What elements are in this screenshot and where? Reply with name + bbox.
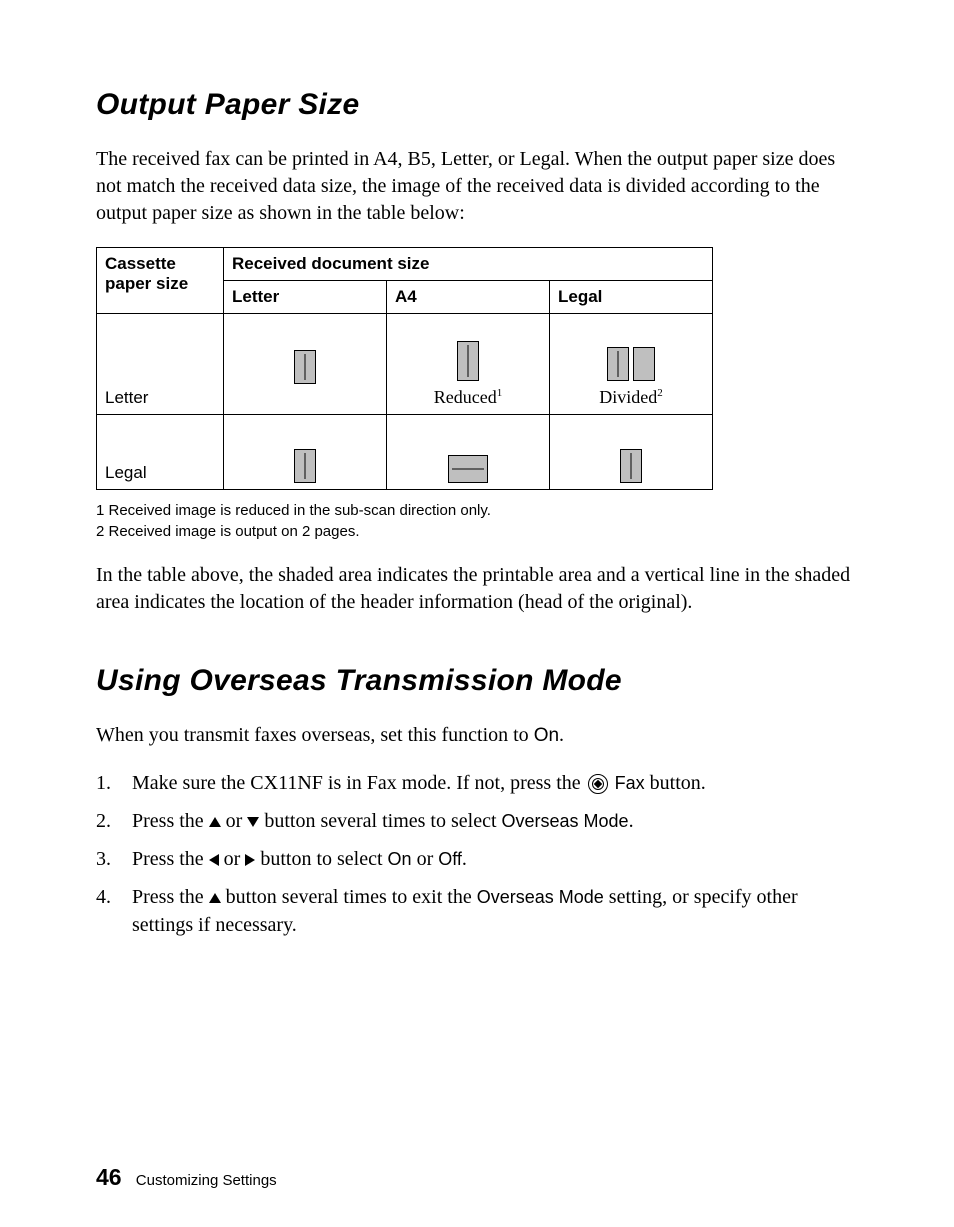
on-word: On [534,725,559,746]
steps-list: Make sure the CX11NF is in Fax mode. If … [96,769,858,939]
up-triangle-icon [209,893,221,903]
list-item: Make sure the CX11NF is in Fax mode. If … [96,769,858,797]
up-triangle-icon [209,817,221,827]
fax-icon [588,774,608,794]
corner-line1: Cassette [105,254,176,273]
document-page: Output Paper Size The received fax can b… [0,0,954,1227]
caption-reduced: Reduced [434,387,497,407]
caption-divided: Divided [599,387,657,407]
page-icon [457,341,479,381]
col-header-legal: Legal [550,281,713,314]
page-footer: 46 Customizing Settings [96,1164,277,1191]
left-triangle-icon [209,854,219,866]
page-icon [294,350,316,384]
caption-reduced-sup: 1 [497,387,503,399]
text-frag: . [559,724,564,746]
paragraph-overseas-intro: When you transmit faxes overseas, set th… [96,722,858,749]
text-frag: button to select [255,848,387,870]
text-frag: Make sure the CX11NF is in Fax mode. If … [132,772,586,794]
col-header-letter: Letter [224,281,387,314]
cell-letter-letter [224,314,387,415]
ui-word: Overseas Mode [502,811,629,831]
cell-legal-a4 [387,415,550,490]
text-frag: button several times to select [259,810,501,832]
text-frag: button several times to exit the [221,886,477,908]
page-icon [633,347,655,381]
ui-word: Fax [615,773,645,793]
table-corner-header: Cassette paper size [97,248,224,314]
col-header-a4: A4 [387,281,550,314]
down-triangle-icon [247,817,259,827]
ui-word: Overseas Mode [477,887,604,907]
text-frag: Press the [132,810,209,832]
table-row: Legal [97,415,713,490]
right-triangle-icon [245,854,255,866]
text-frag: or [412,848,439,870]
text-frag: or [221,810,248,832]
cell-letter-a4: Reduced1 [387,314,550,415]
caption-divided-sup: 2 [657,387,663,399]
cell-letter-legal: Divided2 [550,314,713,415]
paper-size-table: Cassette paper size Received document si… [96,247,713,490]
page-number: 46 [96,1164,122,1190]
heading-output-paper-size: Output Paper Size [96,88,858,122]
text-frag: . [629,810,634,832]
heading-overseas-mode: Using Overseas Transmission Mode [96,664,858,698]
page-icon [620,449,642,483]
text-frag: Press the [132,886,209,908]
list-item: Press the or button several times to sel… [96,807,858,835]
page-icon [607,347,629,381]
footnote-2: 2 Received image is output on 2 pages. [96,523,858,540]
list-item: Press the button several times to exit t… [96,883,858,939]
corner-line2: paper size [105,274,188,293]
table-header-span: Received document size [224,248,713,281]
text-frag: button. [645,772,706,794]
text-frag: Press the [132,848,209,870]
table-row: Letter Reduced1 [97,314,713,415]
text-frag: When you transmit faxes overseas, set th… [96,724,534,746]
ui-word: On [388,849,412,869]
ui-word: Off [438,849,462,869]
cell-legal-legal [550,415,713,490]
list-item: Press the or button to select On or Off. [96,845,858,873]
row-label-legal: Legal [97,415,224,490]
page-icon [448,455,488,483]
chapter-name: Customizing Settings [136,1172,277,1189]
cell-legal-letter [224,415,387,490]
footnote-1: 1 Received image is reduced in the sub-s… [96,502,858,519]
row-label-letter: Letter [97,314,224,415]
paragraph-output-outro: In the table above, the shaded area indi… [96,562,858,616]
paragraph-output-intro: The received fax can be printed in A4, B… [96,146,858,227]
page-icon [294,449,316,483]
text-frag: . [462,848,467,870]
text-frag: or [219,848,246,870]
